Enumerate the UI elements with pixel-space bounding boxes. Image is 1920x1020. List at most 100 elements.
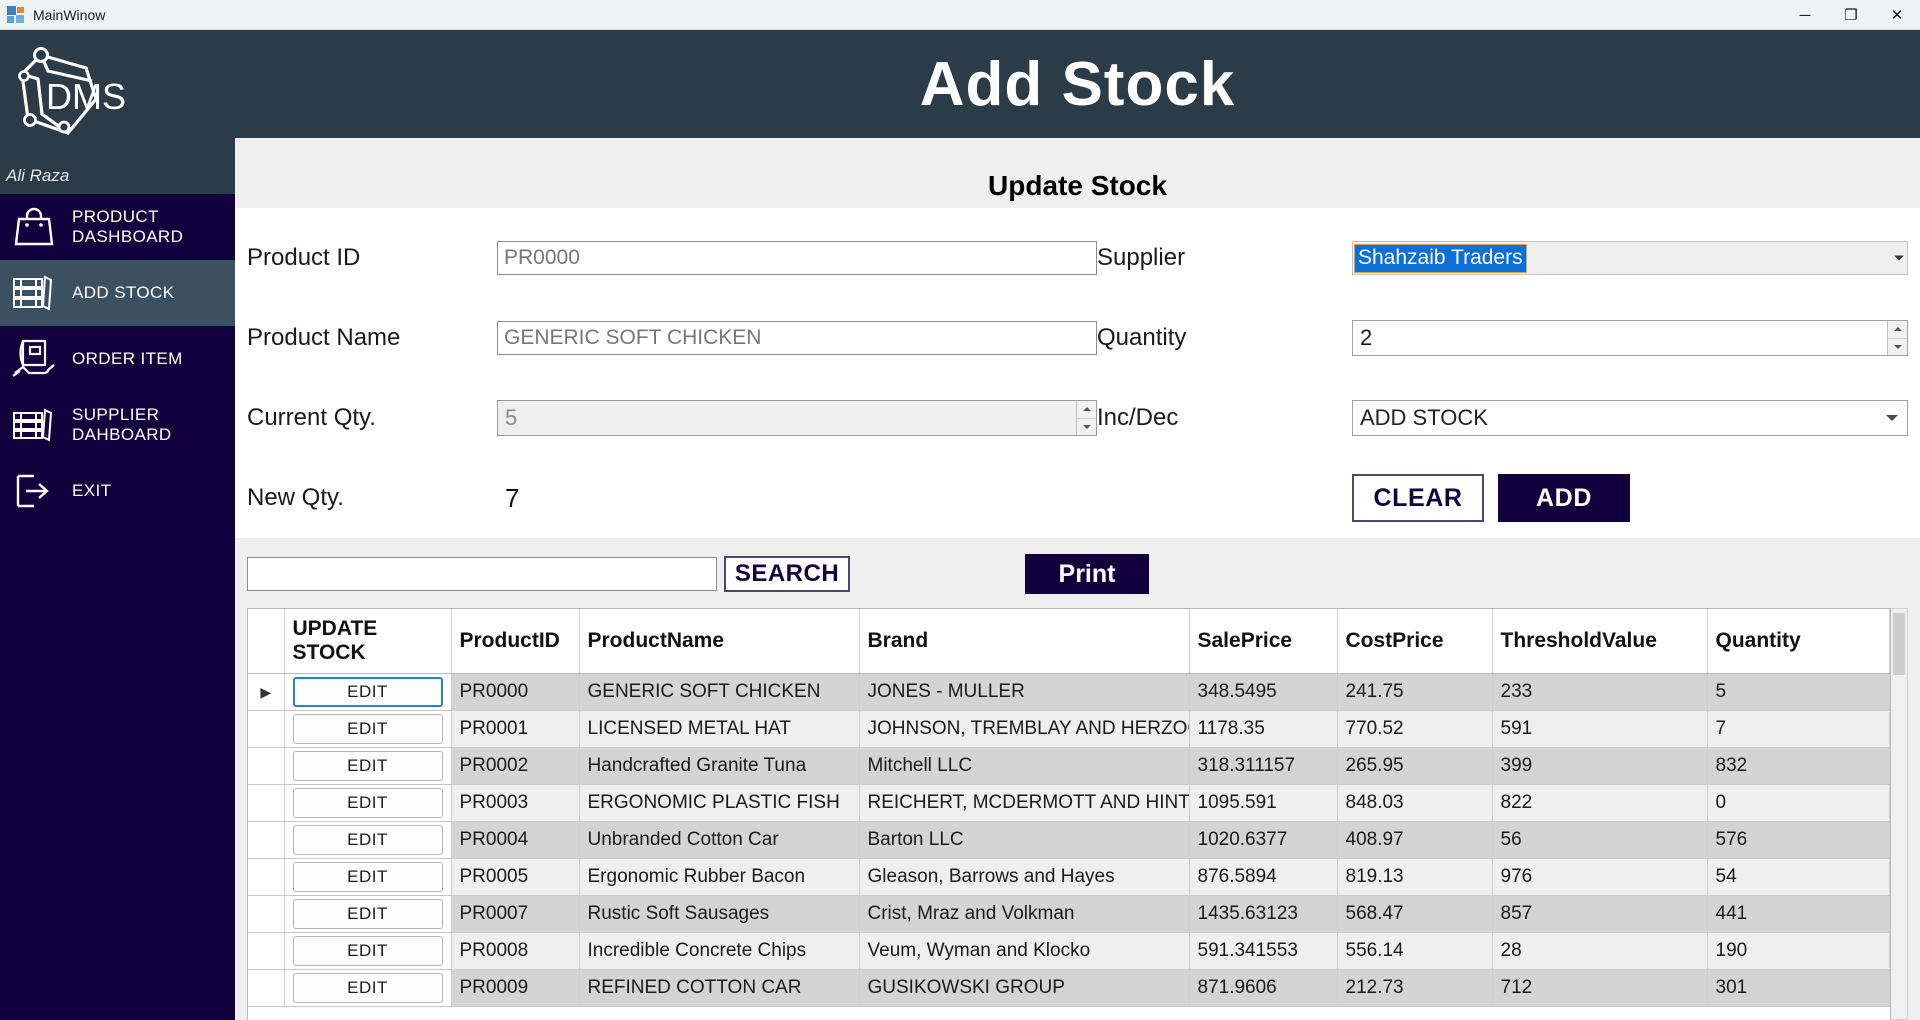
edit-button[interactable]: EDIT [293,825,443,855]
print-button[interactable]: Print [1025,554,1149,594]
sidebar-item-label: PRODUCT DASHBOARD [72,207,229,246]
inc-dec-selected-value: ADD STOCK [1360,405,1488,431]
row-selector-cell[interactable] [248,896,284,933]
sidebar-item-order-item[interactable]: ORDER ITEM [0,326,235,392]
cell-product-id: PR0002 [451,748,579,785]
column-header-saleprice[interactable]: SalePrice [1189,609,1337,674]
cell-cost-price: 819.13 [1337,859,1492,896]
scrollbar-thumb[interactable] [1893,613,1905,675]
book-on-hand-icon [6,335,62,383]
window-titlebar: MainWinow ─ ❐ ✕ [0,0,1920,30]
app-logo: DMS [0,30,235,161]
product-id-input[interactable] [497,241,1097,275]
cell-threshold-value: 399 [1492,748,1707,785]
cell-product-name: ERGONOMIC PLASTIC FISH [579,785,859,822]
spinner-up-icon[interactable] [1077,401,1096,419]
window-controls: ─ ❐ ✕ [1782,0,1920,30]
cell-brand: Barton LLC [859,822,1189,859]
sidebar-item-supplier-dashboard[interactable]: SUPPLIER DAHBOARD [0,392,235,458]
product-name-input[interactable] [497,321,1097,355]
row-selector-cell[interactable] [248,822,284,859]
row-selector-cell[interactable] [248,933,284,970]
column-header-productid[interactable]: ProductID [451,609,579,674]
table-row[interactable]: EDITPR0003ERGONOMIC PLASTIC FISHREICHERT… [248,785,1890,822]
update-stock-form: Product ID Supplier Shahzaib Traders Pro… [235,208,1920,538]
table-row[interactable]: EDITPR0004Unbranded Cotton CarBarton LLC… [248,822,1890,859]
column-header-select[interactable] [248,609,284,674]
edit-button[interactable]: EDIT [293,899,443,929]
row-selector-cell[interactable] [248,785,284,822]
cell-cost-price: 265.95 [1337,748,1492,785]
search-button[interactable]: SEARCH [724,556,850,592]
add-button[interactable]: ADD [1498,474,1630,522]
cell-quantity: 5 [1707,674,1890,711]
cell-threshold-value: 233 [1492,674,1707,711]
supplier-cell: Shahzaib Traders [1352,218,1908,298]
dms-hexagon-logo-icon: DMS [8,41,128,151]
column-header-thresholdvalue[interactable]: ThresholdValue [1492,609,1707,674]
update-stock-cell: EDIT [284,859,451,896]
spinner-up-icon[interactable] [1888,321,1907,339]
chevron-down-icon [1886,415,1898,421]
table-row[interactable]: EDITPR0001LICENSED METAL HATJOHNSON, TRE… [248,711,1890,748]
row-selector-cell[interactable] [248,711,284,748]
edit-button[interactable]: EDIT [293,973,443,1003]
column-header-brand[interactable]: Brand [859,609,1189,674]
spinner-down-icon[interactable] [1888,339,1907,356]
cell-product-name: Handcrafted Granite Tuna [579,748,859,785]
page-header: Add Stock [235,30,1920,138]
supplier-combobox[interactable]: Shahzaib Traders [1352,241,1908,275]
quantity-spinner-buttons[interactable] [1887,321,1907,355]
table-row[interactable]: ▶EDITPR0000GENERIC SOFT CHICKENJONES - M… [248,674,1890,711]
table-row[interactable]: EDITPR0008Incredible Concrete ChipsVeum,… [248,933,1890,970]
table-row[interactable]: EDITPR0009REFINED COTTON CARGUSIKOWSKI G… [248,970,1890,1007]
svg-text:DMS: DMS [46,76,126,117]
column-header-quantity[interactable]: Quantity [1707,609,1890,674]
cell-cost-price: 556.14 [1337,933,1492,970]
sidebar-item-exit[interactable]: EXIT [0,458,235,524]
table-row[interactable]: EDITPR0005Ergonomic Rubber BaconGleason,… [248,859,1890,896]
quantity-stepper[interactable] [1352,320,1908,356]
sidebar-item-product-dashboard[interactable]: PRODUCT DASHBOARD [0,194,235,260]
table-row[interactable]: EDITPR0002Handcrafted Granite TunaMitche… [248,748,1890,785]
table-row[interactable]: EDITPR0007Rustic Soft SausagesCrist, Mra… [248,896,1890,933]
edit-button[interactable]: EDIT [293,936,443,966]
minimize-button[interactable]: ─ [1782,0,1828,30]
product-id-cell [497,218,1097,298]
cell-brand: JONES - MULLER [859,674,1189,711]
current-qty-spinner-buttons[interactable] [1076,401,1096,435]
edit-button[interactable]: EDIT [293,714,443,744]
chevron-down-icon[interactable] [1894,256,1904,261]
column-header-productname[interactable]: ProductName [579,609,859,674]
edit-button[interactable]: EDIT [293,862,443,892]
cell-threshold-value: 822 [1492,785,1707,822]
sidebar-item-label: SUPPLIER DAHBOARD [72,405,229,444]
row-selector-cell[interactable] [248,970,284,1007]
table-vertical-scrollbar[interactable] [1891,608,1908,1020]
cell-quantity: 54 [1707,859,1890,896]
column-header-update-stock[interactable]: UPDATE STOCK [284,609,451,674]
window-title: MainWinow [33,7,105,23]
new-qty-cell: 7 [497,458,1097,538]
column-header-costprice[interactable]: CostPrice [1337,609,1492,674]
row-selector-cell[interactable]: ▶ [248,674,284,711]
inc-dec-select[interactable]: ADD STOCK [1352,400,1908,436]
row-selector-cell[interactable] [248,859,284,896]
edit-button[interactable]: EDIT [293,788,443,818]
maximize-button[interactable]: ❐ [1828,0,1874,30]
cell-quantity: 0 [1707,785,1890,822]
close-button[interactable]: ✕ [1874,0,1920,30]
clear-button[interactable]: CLEAR [1352,474,1484,522]
cell-sale-price: 318.311157 [1189,748,1337,785]
row-selector-cell[interactable] [248,748,284,785]
edit-button[interactable]: EDIT [293,751,443,781]
sidebar-item-add-stock[interactable]: ADD STOCK [0,260,235,326]
cell-product-id: PR0001 [451,711,579,748]
cell-quantity: 576 [1707,822,1890,859]
cell-cost-price: 568.47 [1337,896,1492,933]
cell-sale-price: 348.5495 [1189,674,1337,711]
spinner-down-icon[interactable] [1077,419,1096,436]
search-input[interactable] [247,557,717,591]
cell-threshold-value: 857 [1492,896,1707,933]
edit-button[interactable]: EDIT [293,677,443,707]
